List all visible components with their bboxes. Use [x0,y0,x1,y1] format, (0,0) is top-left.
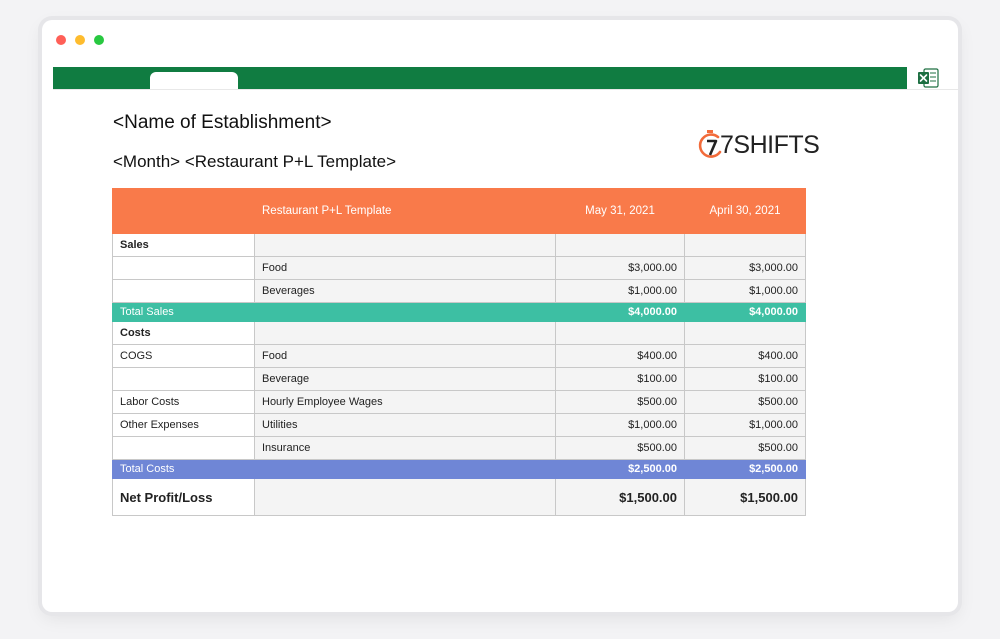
table-cell[interactable] [254,478,556,516]
minimize-window-button[interactable] [75,35,85,45]
table-row: Sales [112,233,806,257]
excel-icon [918,68,939,88]
table-cell[interactable]: Insurance [254,436,556,460]
header-cell: April 30, 2021 [684,188,806,234]
table-cell[interactable] [112,436,255,460]
table-cell[interactable]: $500.00 [684,436,806,460]
close-window-button[interactable] [56,35,66,45]
table-header-row: Restaurant P+L Template May 31, 2021 Apr… [112,188,806,234]
table-cell[interactable]: $1,000.00 [555,279,685,303]
template-subtitle: <Month> <Restaurant P+L Template> [113,152,397,171]
table-cell[interactable]: $400.00 [555,344,685,368]
ribbon-divider [53,89,958,90]
table-row: Food $3,000.00 $3,000.00 [112,256,806,280]
pl-table: Restaurant P+L Template May 31, 2021 Apr… [112,188,806,516]
table-cell[interactable] [112,367,255,391]
table-cell[interactable]: $1,500.00 [555,478,685,516]
table-cell[interactable]: $500.00 [555,390,685,414]
table-cell[interactable]: $2,500.00 [555,459,685,479]
table-cell[interactable]: $1,500.00 [684,478,806,516]
logo-text: 7SHIFTS [720,130,820,159]
table-cell[interactable] [555,233,685,257]
table-row: Other Expenses Utilities $1,000.00 $1,00… [112,413,806,437]
header-cell: Restaurant P+L Template [254,188,556,234]
table-cell[interactable]: $4,000.00 [555,302,685,322]
table-cell[interactable]: Food [254,256,556,280]
table-cell[interactable] [254,459,556,479]
table-cell[interactable]: Utilities [254,413,556,437]
table-row: Insurance $500.00 $500.00 [112,436,806,460]
table-cell[interactable]: Other Expenses [112,413,255,437]
table-cell[interactable]: Costs [112,321,255,345]
table-cell[interactable]: $100.00 [684,367,806,391]
table-cell[interactable]: $1,000.00 [684,279,806,303]
table-cell[interactable] [684,233,806,257]
table-cell[interactable]: COGS [112,344,255,368]
table-cell[interactable]: Food [254,344,556,368]
table-row: Costs [112,321,806,345]
table-cell[interactable]: Beverage [254,367,556,391]
table-cell[interactable]: $500.00 [684,390,806,414]
table-cell[interactable] [112,256,255,280]
table-cell[interactable]: Hourly Employee Wages [254,390,556,414]
table-cell[interactable]: Total Sales [112,302,255,322]
table-cell[interactable]: $4,000.00 [684,302,806,322]
table-cell[interactable] [254,233,556,257]
total-costs-row: Total Costs $2,500.00 $2,500.00 [112,459,806,479]
table-cell[interactable]: $3,000.00 [684,256,806,280]
table-row: Beverages $1,000.00 $1,000.00 [112,279,806,303]
brand-logo: 7SHIFTS [698,125,820,165]
table-cell[interactable]: $500.00 [555,436,685,460]
table-cell[interactable]: $400.00 [684,344,806,368]
table-cell[interactable]: $1,000.00 [555,413,685,437]
total-sales-row: Total Sales $4,000.00 $4,000.00 [112,302,806,322]
table-row: Beverage $100.00 $100.00 [112,367,806,391]
table-cell[interactable] [112,279,255,303]
table-cell[interactable] [555,321,685,345]
sheet-tab[interactable] [150,72,238,90]
establishment-name: <Name of Establishment> [113,112,332,133]
table-cell[interactable]: Labor Costs [112,390,255,414]
table-cell[interactable]: Net Profit/Loss [112,478,255,516]
maximize-window-button[interactable] [94,35,104,45]
table-cell[interactable]: Total Costs [112,459,255,479]
table-cell[interactable]: $1,000.00 [684,413,806,437]
table-row: Labor Costs Hourly Employee Wages $500.0… [112,390,806,414]
table-cell[interactable]: $2,500.00 [684,459,806,479]
table-cell[interactable] [254,302,556,322]
table-cell[interactable]: Sales [112,233,255,257]
table-cell[interactable]: $3,000.00 [555,256,685,280]
table-cell[interactable] [254,321,556,345]
header-cell: May 31, 2021 [555,188,685,234]
table-cell[interactable]: Beverages [254,279,556,303]
net-profit-row: Net Profit/Loss $1,500.00 $1,500.00 [112,478,806,516]
table-cell[interactable] [684,321,806,345]
table-cell[interactable]: $100.00 [555,367,685,391]
header-cell [112,188,255,234]
table-row: COGS Food $400.00 $400.00 [112,344,806,368]
window-controls [56,35,104,45]
